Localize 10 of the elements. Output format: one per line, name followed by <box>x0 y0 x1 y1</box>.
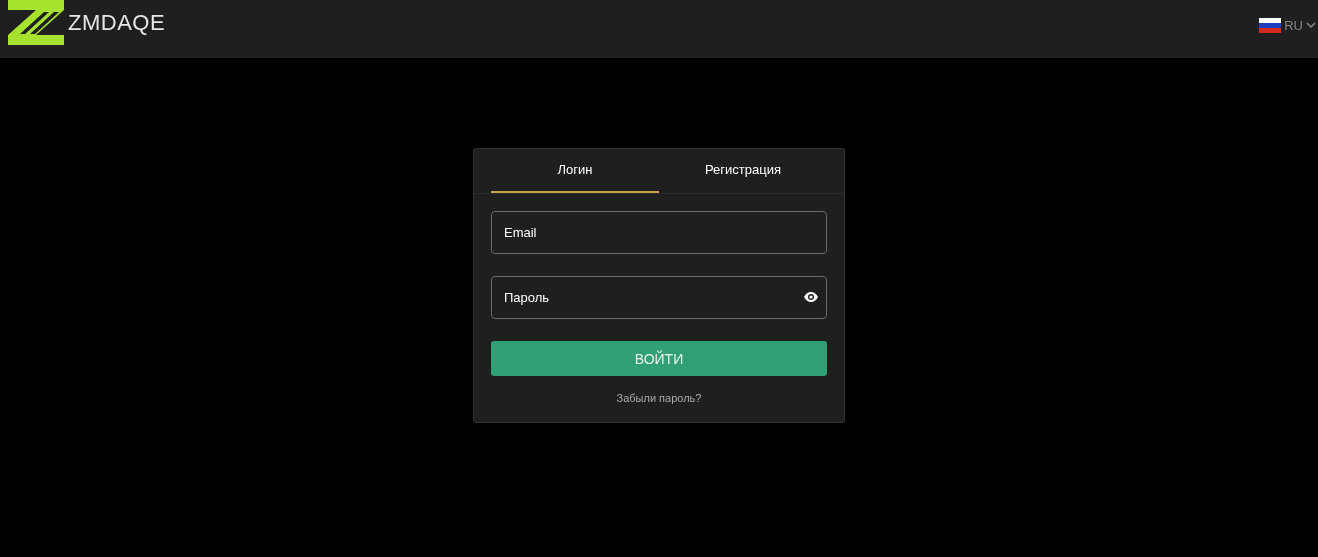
tab[interactable]: Регистрация <box>659 149 827 193</box>
eye-icon[interactable] <box>804 292 818 302</box>
chevron-down-icon <box>1306 22 1316 29</box>
forgot-password-link[interactable]: Забыли пароль? <box>616 392 702 404</box>
email-field[interactable]: Email <box>491 211 827 254</box>
password-field[interactable]: Пароль <box>491 276 827 319</box>
flag-icon <box>1259 18 1282 33</box>
language-selector[interactable]: RU <box>1259 18 1316 33</box>
brand-name: ZMDAQE <box>68 9 166 36</box>
tab[interactable]: Логин <box>491 149 659 193</box>
